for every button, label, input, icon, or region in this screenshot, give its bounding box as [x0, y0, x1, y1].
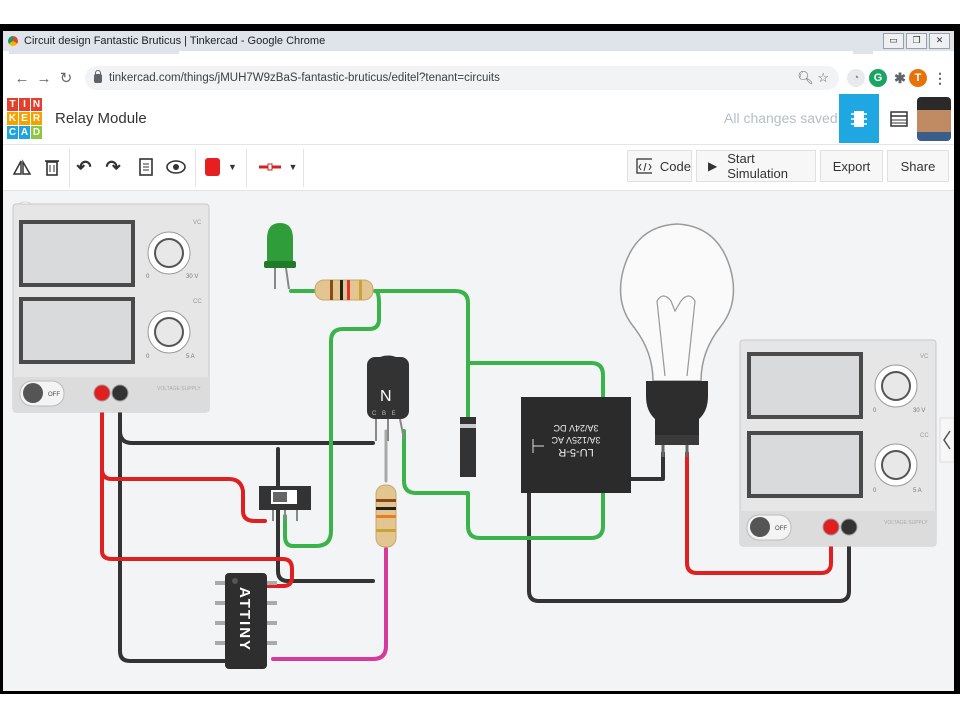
url-text: tinkercad.com/things/jMUH7W9zBaS-fantast…: [109, 72, 500, 84]
chip-icon: [851, 110, 867, 127]
wire-black: [118, 392, 227, 663]
back-arrow-icon[interactable]: ←: [11, 70, 33, 87]
url-field[interactable]: tinkercad.com/things/jMUH7W9zBaS-fantast…: [85, 66, 839, 90]
wire-black: [276, 447, 375, 583]
left-supply-footer: VOLTAGE SUPPLY: [157, 386, 201, 392]
forward-arrow-icon[interactable]: →: [33, 70, 55, 87]
circuit-canvas[interactable]: 0 30 V VC 0 5 A CC OFF VOLTAGE SUPPLY N …: [3, 191, 954, 691]
chevron-down-icon: ▼: [288, 162, 298, 172]
window-title: Circuit design Fantastic Bruticus | Tink…: [24, 35, 326, 47]
user-avatar[interactable]: [917, 97, 951, 141]
relay-module[interactable]: LU-5-R 3A/125V AC 3A/24V DC: [521, 397, 631, 493]
right-switch-label: OFF: [775, 526, 787, 532]
green-led[interactable]: [264, 223, 296, 290]
reload-icon[interactable]: ↻: [55, 69, 77, 87]
export-button[interactable]: Export: [820, 150, 883, 182]
play-icon: ▶: [708, 159, 718, 173]
color-picker[interactable]: ▼: [201, 153, 241, 181]
npn-transistor[interactable]: N C B E: [367, 355, 409, 442]
window-controls: ▭ ❐ ✕: [883, 33, 950, 49]
extension-icon[interactable]: ◔: [847, 69, 865, 87]
left-knob2-tag: CC: [193, 299, 202, 305]
light-bulb[interactable]: [619, 223, 735, 457]
visibility-eye-icon[interactable]: [163, 153, 189, 181]
left-switch-label: OFF: [48, 392, 60, 398]
undo-icon[interactable]: ↶: [71, 153, 97, 181]
delete-icon[interactable]: [39, 153, 65, 181]
save-status: All changes saved: [724, 110, 838, 126]
share-button[interactable]: Share: [887, 150, 949, 182]
resistor-vertical[interactable]: [375, 484, 397, 548]
lock-icon: [94, 69, 102, 83]
tinkercad-logo[interactable]: TIN KER CAD: [7, 98, 42, 139]
redo-icon[interactable]: ↷: [100, 153, 126, 181]
voltage-supply-right[interactable]: 0 30 V VC 0 5 A CC OFF VOLTAGE SUPPLY: [739, 339, 937, 547]
right-knob2-tag: CC: [920, 433, 929, 439]
right-knob2-max: 5 A: [913, 488, 922, 494]
list-view-icon: [890, 110, 908, 127]
slide-switch[interactable]: [259, 486, 311, 521]
wire-black: [629, 451, 665, 481]
puzzle-extensions-icon[interactable]: ✱: [891, 69, 909, 87]
color-swatch: [205, 158, 221, 176]
side-panel-toggle[interactable]: [939, 417, 954, 463]
code-label: Code: [659, 158, 691, 174]
right-knob1-max: 30 V: [913, 408, 925, 414]
right-knob1-tag: VC: [920, 354, 929, 360]
wire-icon: [258, 163, 281, 171]
chrome-menu-icon[interactable]: ⋮: [931, 69, 949, 87]
chevron-down-icon: ▼: [228, 162, 237, 172]
tab-strip: [3, 51, 954, 62]
wire-type-picker[interactable]: ▼: [255, 153, 301, 181]
left-knob1-max: 30 V: [186, 274, 198, 280]
chip-label: ATTINY: [236, 587, 253, 652]
profile-avatar[interactable]: T: [909, 69, 927, 87]
resistor-top[interactable]: [314, 279, 374, 301]
minimize-button[interactable]: ▭: [883, 33, 904, 49]
diode[interactable]: [460, 417, 476, 477]
close-button[interactable]: ✕: [929, 33, 950, 49]
window-titlebar: Circuit design Fantastic Bruticus | Tink…: [3, 31, 954, 52]
start-simulation-button[interactable]: ▶ Start Simulation: [696, 150, 816, 182]
chrome-icon: [8, 36, 18, 46]
notes-icon[interactable]: [133, 153, 159, 181]
start-simulation-label: Start Simulation: [727, 151, 788, 181]
right-supply-footer: VOLTAGE SUPPLY: [884, 520, 928, 526]
wire-red: [100, 392, 267, 523]
tinkercad-header: TIN KER CAD Relay Module All changes sav…: [3, 94, 954, 145]
relay-rating-ac: 3A/125V AC: [551, 435, 601, 445]
project-name[interactable]: Relay Module: [55, 110, 147, 127]
restore-button[interactable]: ❐: [906, 33, 927, 49]
address-bar: ← → ↻ tinkercad.com/things/jMUH7W9zBaS-f…: [3, 62, 954, 94]
component-list-button[interactable]: [879, 94, 919, 143]
circuit-view-button[interactable]: [839, 94, 879, 143]
relay-rating-dc: 3A/24V DC: [553, 423, 599, 433]
code-button[interactable]: Code: [627, 150, 692, 182]
left-knob2-max: 5 A: [186, 354, 195, 360]
grammarly-extension-icon[interactable]: G: [869, 69, 887, 87]
code-icon: [636, 158, 652, 174]
editor-toolbar: ↶ ↷ ▼ ▼ Code ▶ Start Simulation Export S…: [3, 145, 954, 191]
wire-green: [373, 289, 605, 403]
rotate-icon[interactable]: [9, 153, 35, 181]
left-knob1-tag: VC: [193, 220, 202, 226]
voltage-supply-left[interactable]: 0 30 V VC 0 5 A CC OFF VOLTAGE SUPPLY: [12, 203, 210, 413]
share-label: Share: [900, 158, 936, 174]
bookmark-star-icon[interactable]: 🔍︎ ☆: [797, 70, 829, 86]
transistor-label: N: [380, 388, 392, 405]
transistor-pins: C B E: [372, 411, 398, 417]
export-label: Export: [832, 158, 871, 174]
relay-model: LU-5-R: [558, 446, 594, 458]
